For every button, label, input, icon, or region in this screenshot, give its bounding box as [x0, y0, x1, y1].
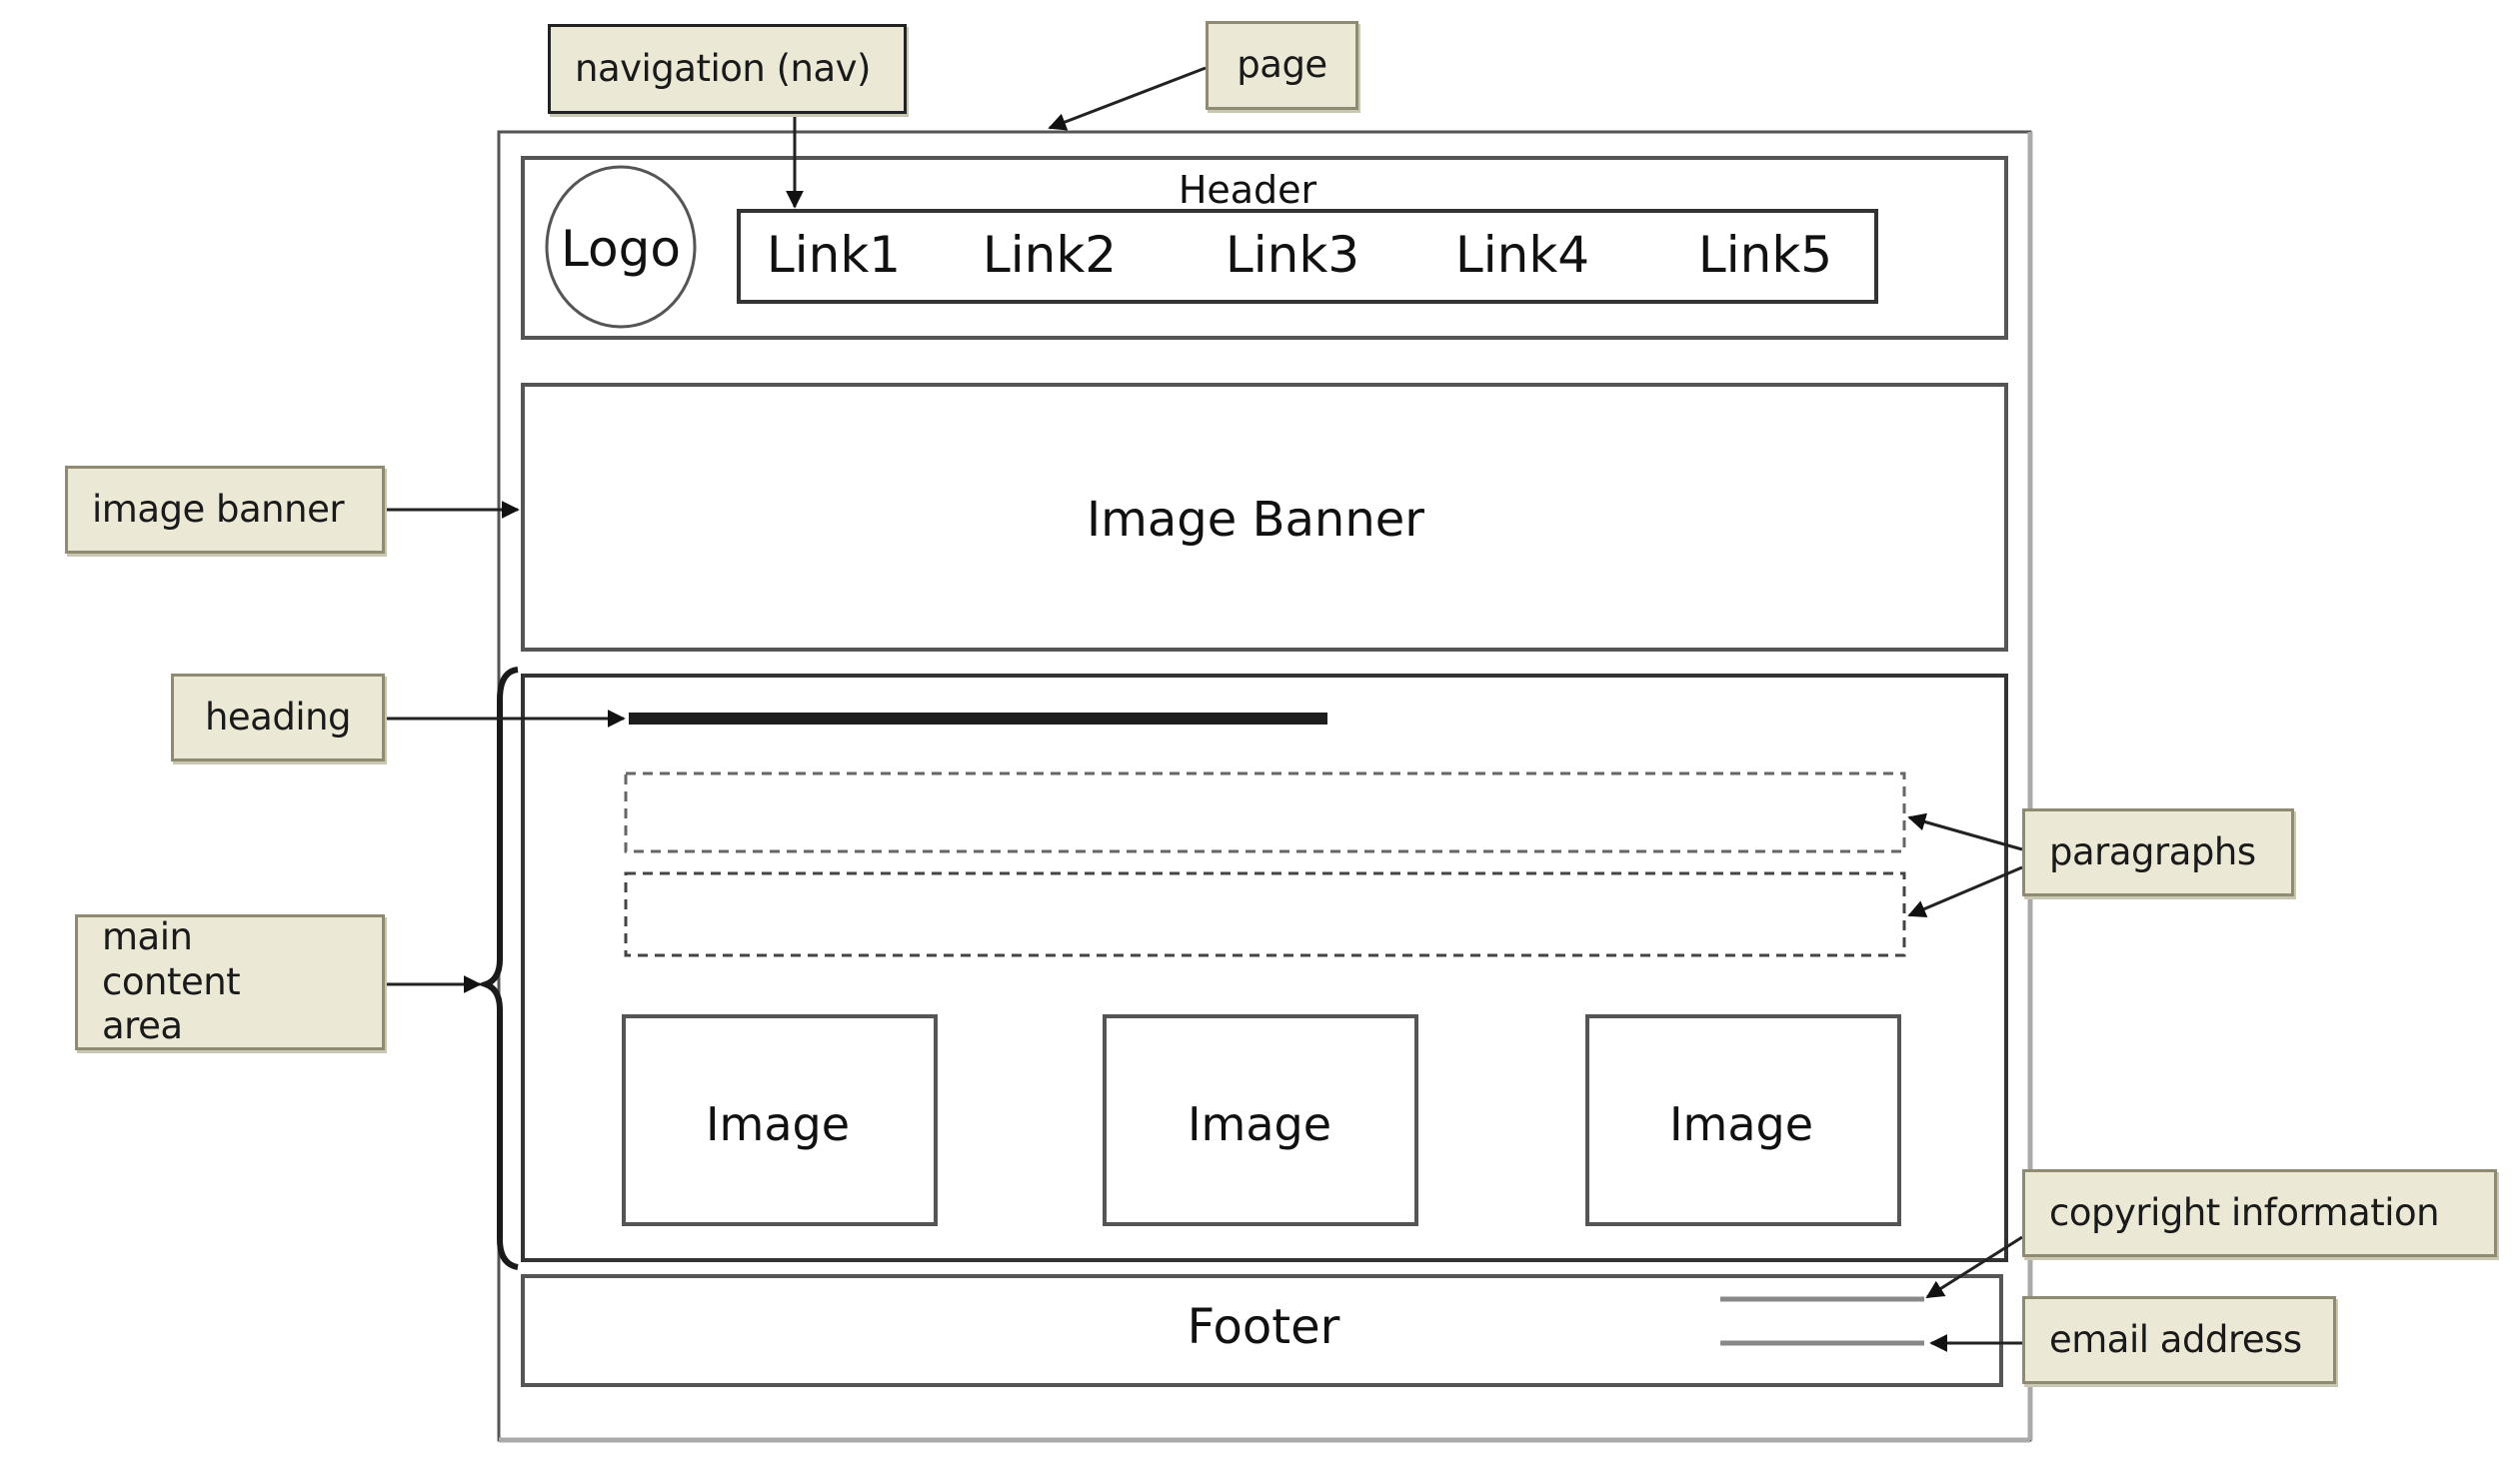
image-label-2: Image	[1187, 1097, 1332, 1151]
banner-label: Image Banner	[1086, 492, 1425, 548]
callout-navigation: navigation (nav)	[548, 24, 907, 114]
callout-email: email address	[2022, 1296, 2336, 1384]
callout-main-content: main content area	[75, 914, 385, 1050]
callout-heading: heading	[171, 674, 385, 761]
paragraph-box-1	[624, 771, 1906, 853]
paragraph-box-2	[624, 871, 1906, 957]
image-label-3: Image	[1668, 1097, 1814, 1151]
callout-copyright: copyright information	[2022, 1169, 2497, 1257]
main-content-box	[521, 674, 2008, 1262]
copyright-arrow	[1925, 1235, 2023, 1299]
callout-paragraphs: paragraphs	[2022, 808, 2294, 896]
nav-link-5: Link5	[1697, 226, 1833, 284]
nav-link-2: Link2	[982, 226, 1118, 284]
callout-page: page	[1206, 21, 1358, 110]
page-arrow	[1048, 66, 1207, 131]
page-box	[497, 130, 2032, 1442]
logo-label: Logo	[561, 220, 681, 278]
heading-bar	[629, 713, 1327, 725]
nav-link-1: Link1	[766, 226, 902, 284]
main-content-brace	[477, 667, 519, 1270]
nav-link-3: Link3	[1225, 226, 1360, 284]
header-label: Header	[1178, 168, 1317, 212]
image-label-1: Image	[705, 1097, 851, 1151]
footer-label: Footer	[1187, 1299, 1340, 1355]
nav-link-4: Link4	[1454, 226, 1590, 284]
callout-image-banner: image banner	[65, 466, 385, 554]
